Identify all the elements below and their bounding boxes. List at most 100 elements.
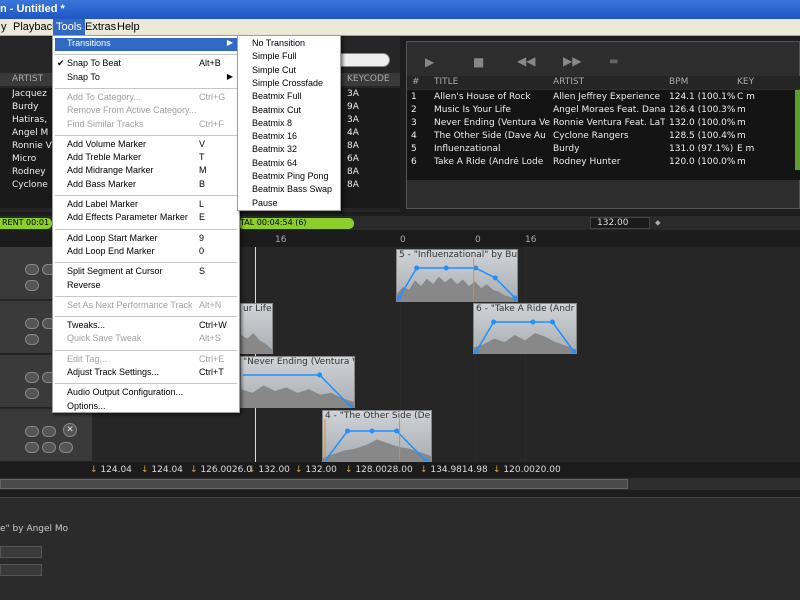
menu-item-label: Add Midrange Marker — [67, 165, 154, 176]
close-icon[interactable]: ✕ — [63, 423, 77, 437]
knob-icon[interactable] — [25, 426, 39, 437]
track-info-label: e" by Angel Mo — [0, 524, 69, 534]
transition-item-beatmix-32[interactable]: Beatmix 32 — [240, 144, 338, 157]
keycode-cell: 8A — [347, 167, 359, 177]
menu-item-tweaks[interactable]: Tweaks... Ctrl+W — [55, 320, 237, 333]
playlist-row[interactable]: 5 Influenzational Burdy 131.0 (97.1%) E m — [407, 143, 795, 156]
bpm-zoom-field[interactable]: 132.00 — [590, 217, 650, 229]
menu-item-add-volume-marker[interactable]: Add Volume Marker V — [55, 139, 237, 152]
menu-help[interactable]: Help — [114, 21, 143, 33]
volume-envelope[interactable] — [241, 365, 354, 408]
menu-item-add-bass-marker[interactable]: Add Bass Marker B — [55, 179, 237, 192]
dropdown-select[interactable] — [0, 546, 42, 558]
menu-item-snap-to[interactable]: Snap To ▶ — [55, 72, 237, 85]
menu-item-adjust-track-settings[interactable]: Adjust Track Settings... Ctrl+T — [55, 367, 237, 380]
track-segment[interactable]: 4 - "The Other Side (De — [322, 410, 432, 462]
column-artist[interactable]: ARTIST — [553, 77, 584, 87]
menu-item-shortcut: Ctrl+T — [199, 367, 224, 377]
bpm-cell: 132.0 (100.0% A — [669, 118, 737, 128]
bpm-row: ↓ 124.04 ↓ 124.04 ↓ 126.0026.0 ↓ 132.00 … — [0, 463, 800, 477]
column-artist[interactable]: ARTIST — [12, 74, 43, 84]
playlist-row[interactable]: 4 The Other Side (Dave Au Cyclone Rangers 1… — [407, 130, 795, 143]
menu-tools[interactable]: Tools — [53, 19, 85, 36]
menu-view[interactable]: y — [0, 21, 10, 33]
eject-icon[interactable]: ▬ — [609, 56, 618, 67]
artist-cell: Angel M — [12, 128, 49, 138]
volume-envelope[interactable] — [397, 258, 517, 302]
menu-item-options[interactable]: Options... — [55, 401, 237, 414]
transition-item-simple-full[interactable]: Simple Full — [240, 51, 338, 64]
menu-item-snap-to-beat[interactable]: ✔ Snap To Beat Alt+B — [55, 58, 237, 71]
artist-cell: Ronnie Ventura Feat. LaT — [553, 118, 665, 128]
volume-envelope[interactable] — [474, 312, 576, 354]
keycode-cell: 6A — [347, 154, 359, 164]
knob-icon[interactable] — [25, 264, 39, 275]
track-segment[interactable]: ur Life" — [240, 303, 273, 354]
menu-item-label: Audio Output Configuration... — [67, 387, 184, 398]
transition-item-no-transition[interactable]: No Transition — [240, 38, 338, 51]
track-segment[interactable]: 5 - "Influenzational" by Bur — [396, 249, 518, 302]
playlist-row[interactable]: 3 Never Ending (Ventura Ve Ronnie Ventura … — [407, 117, 795, 130]
transition-item-pause[interactable]: Pause — [240, 198, 338, 211]
scrollbar-thumb[interactable] — [0, 479, 628, 489]
transition-item-beatmix-ping-pong[interactable]: Beatmix Ping Pong — [240, 171, 338, 184]
transition-item-beatmix-bass-swap[interactable]: Beatmix Bass Swap — [240, 184, 338, 197]
menu-item-add-midrange-marker[interactable]: Add Midrange Marker M — [55, 165, 237, 178]
playlist-row[interactable]: 1 Allen's House of Rock Allen Jeffrey Expe… — [407, 91, 795, 104]
artist-cell: Burdy — [553, 144, 580, 154]
column-bpm[interactable]: BPM — [669, 77, 688, 87]
zoom-spinner-icon[interactable]: ⬥ — [655, 218, 661, 228]
menu-item-add-label-marker[interactable]: Add Label Marker L — [55, 199, 237, 212]
menu-item-label: Beatmix Ping Pong — [252, 171, 329, 181]
playlist-scrollbar[interactable] — [795, 90, 800, 170]
knob-icon[interactable] — [25, 372, 39, 383]
menu-item-add-effects-parameter-marker[interactable]: Add Effects Parameter Marker E — [55, 212, 237, 225]
menu-item-add-loop-start-marker[interactable]: Add Loop Start Marker 9 — [55, 233, 237, 246]
transition-item-simple-cut[interactable]: Simple Cut — [240, 65, 338, 78]
menu-item-add-treble-marker[interactable]: Add Treble Marker T — [55, 152, 237, 165]
track-segment[interactable]: "Never Ending (Ventura Ve — [240, 356, 355, 408]
transition-item-beatmix-8[interactable]: Beatmix 8 — [240, 118, 338, 131]
transition-item-beatmix-64[interactable]: Beatmix 64 — [240, 158, 338, 171]
track-segment[interactable]: 6 - "Take A Ride (Andr — [473, 303, 577, 354]
knob-icon[interactable] — [42, 442, 56, 453]
total-time-display: TAL 00:04:54 (6) — [238, 218, 354, 229]
menu-item-split-segment-at-cursor[interactable]: Split Segment at Cursor S — [55, 266, 237, 279]
playlist-row[interactable]: 2 Music Is Your Life Angel Moraes Feat. Da… — [407, 104, 795, 117]
knob-icon[interactable] — [59, 442, 73, 453]
bpm-marker: ↓ 124.04 — [90, 465, 132, 475]
menu-item-shortcut: Ctrl+F — [199, 118, 224, 129]
timeline-scrollbar[interactable] — [0, 478, 800, 490]
knob-icon[interactable] — [42, 426, 56, 437]
column-key[interactable]: KEY — [737, 77, 754, 87]
menu-item-audio-output-configuration[interactable]: Audio Output Configuration... — [55, 387, 237, 400]
play-icon[interactable]: ▶ — [425, 55, 434, 69]
knob-icon[interactable] — [25, 388, 39, 399]
menu-item-reverse[interactable]: Reverse — [55, 280, 237, 293]
transition-item-beatmix-16[interactable]: Beatmix 16 — [240, 131, 338, 144]
menu-item-transitions[interactable]: Transitions ▶ — [55, 38, 237, 51]
playlist-row[interactable]: 6 Take A Ride (André Lode Rodney Hunter 120… — [407, 156, 795, 169]
dropdown-select[interactable] — [0, 564, 42, 576]
column-title[interactable]: TITLE — [434, 77, 458, 87]
transition-item-beatmix-cut[interactable]: Beatmix Cut — [240, 105, 338, 118]
transition-item-beatmix-full[interactable]: Beatmix Full — [240, 91, 338, 104]
menu-item-shortcut: Alt+N — [199, 299, 222, 310]
menu-item-edit-tag: Edit Tag... Ctrl+E — [55, 354, 237, 367]
bpm-cell: 126.4 (100.3% F — [669, 105, 737, 115]
knob-icon[interactable] — [25, 280, 39, 291]
bottom-panel: e" by Angel Mo — [0, 497, 800, 600]
menu-separator — [55, 349, 237, 351]
volume-envelope[interactable] — [323, 419, 431, 462]
menu-item-label: Add Label Marker — [67, 199, 139, 209]
rewind-icon[interactable]: ◀◀ — [517, 54, 535, 68]
menu-item-add-loop-end-marker[interactable]: Add Loop End Marker 0 — [55, 246, 237, 259]
column-number[interactable]: # — [412, 77, 420, 87]
stop-icon[interactable]: ■ — [473, 55, 484, 69]
knob-icon[interactable] — [25, 334, 39, 345]
knob-icon[interactable] — [25, 318, 39, 329]
column-keycode[interactable]: KEYCODE — [347, 74, 390, 84]
transition-item-simple-crossfade[interactable]: Simple Crossfade — [240, 78, 338, 91]
fast-forward-icon[interactable]: ▶▶ — [563, 54, 581, 68]
knob-icon[interactable] — [25, 442, 39, 453]
